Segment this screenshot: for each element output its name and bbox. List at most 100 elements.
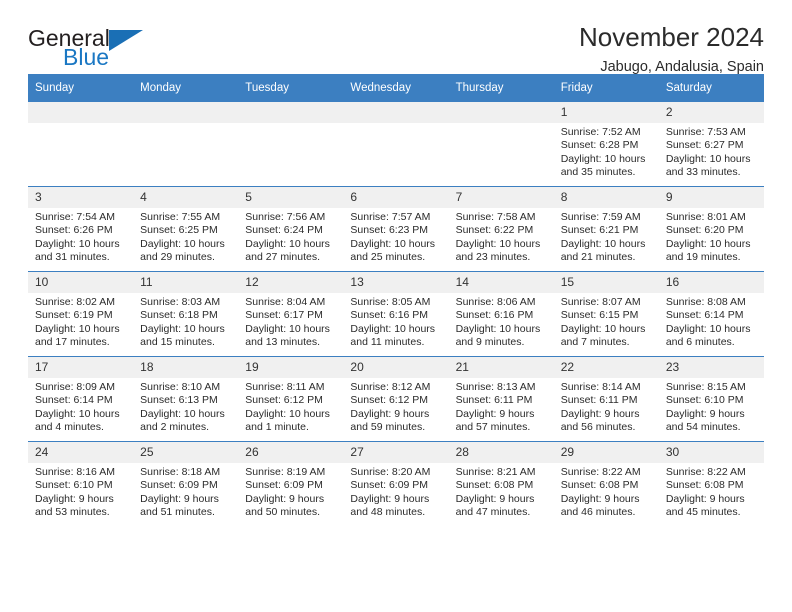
sunrise-text: Sunrise: 7:58 AM (455, 211, 536, 223)
sunrise-text: Sunrise: 8:16 AM (35, 466, 115, 478)
calendar-day-cell[interactable]: 11 Sunrise: 8:03 AM Sunset: 6:18 PM Dayligh… (133, 271, 239, 357)
day-number: 24 (28, 442, 134, 463)
daylight-text: Daylight: 10 hours and 19 minutes. (665, 237, 751, 264)
calendar-day-cell[interactable]: 24 Sunrise: 8:16 AM Sunset: 6:10 PM Dayligh… (28, 441, 134, 526)
calendar-day-cell[interactable]: 2 Sunrise: 7:53 AM Sunset: 6:27 PM Daylight… (658, 102, 764, 187)
day-number: 20 (343, 357, 449, 378)
daylight-text: Daylight: 10 hours and 13 minutes. (245, 322, 330, 349)
day-number: 2 (658, 102, 764, 123)
day-number: 28 (448, 442, 554, 463)
day-details: Sunrise: 8:20 AM Sunset: 6:09 PM Daylight:… (343, 463, 448, 520)
calendar-day-cell[interactable]: 13 Sunrise: 8:05 AM Sunset: 6:16 PM Dayligh… (343, 271, 449, 357)
sunrise-text: Sunrise: 8:02 AM (35, 296, 115, 308)
day-number (238, 102, 344, 123)
calendar-day-cell[interactable]: 26 Sunrise: 8:19 AM Sunset: 6:09 PM Dayligh… (238, 441, 344, 526)
sunrise-text: Sunrise: 8:06 AM (455, 296, 536, 308)
calendar-day-cell[interactable]: 3 Sunrise: 7:54 AM Sunset: 6:26 PM Daylight… (28, 186, 134, 272)
calendar-day-cell[interactable]: 20 Sunrise: 8:12 AM Sunset: 6:12 PM Dayligh… (343, 356, 449, 442)
day-number: 19 (238, 357, 344, 378)
daylight-text: Daylight: 10 hours and 33 minutes. (665, 152, 751, 179)
daylight-text: Daylight: 10 hours and 23 minutes. (455, 237, 541, 264)
sunset-text: Sunset: 6:19 PM (35, 309, 113, 322)
calendar-day-cell[interactable]: 25 Sunrise: 8:18 AM Sunset: 6:09 PM Dayligh… (133, 441, 239, 526)
calendar-day-cell[interactable]: 19 Sunrise: 8:11 AM Sunset: 6:12 PM Dayligh… (238, 356, 344, 442)
calendar-day-cell[interactable]: 17 Sunrise: 8:09 AM Sunset: 6:14 PM Dayligh… (28, 356, 134, 442)
day-details: Sunrise: 7:59 AM Sunset: 6:21 PM Daylight:… (554, 208, 659, 265)
day-number: 1 (553, 102, 659, 123)
sunrise-text: Sunrise: 7:55 AM (140, 211, 221, 223)
sunrise-text: Sunrise: 7:52 AM (560, 126, 641, 138)
calendar-day-cell[interactable]: 27 Sunrise: 8:20 AM Sunset: 6:09 PM Dayligh… (343, 441, 449, 526)
day-details: Sunrise: 8:21 AM Sunset: 6:08 PM Daylight:… (449, 463, 554, 520)
sunset-text: Sunset: 6:14 PM (665, 309, 744, 322)
page-header: General Blue November 2024 Jabugo, Andal… (28, 0, 764, 75)
calendar-week-row: 1 Sunrise: 7:52 AM Sunset: 6:28 PM Daylight… (28, 102, 764, 187)
calendar-day-cell[interactable]: 10 Sunrise: 8:02 AM Sunset: 6:19 PM Dayligh… (28, 271, 134, 357)
sunset-text: Sunset: 6:08 PM (455, 479, 534, 492)
weekday-header-monday: Monday (133, 74, 239, 102)
weekday-header-tuesday: Tuesday (238, 74, 344, 102)
daylight-text: Daylight: 10 hours and 15 minutes. (140, 322, 225, 349)
calendar-day-cell[interactable]: 7 Sunrise: 7:58 AM Sunset: 6:22 PM Daylight… (448, 186, 554, 272)
day-number: 11 (133, 272, 239, 293)
calendar-day-cell[interactable]: 29 Sunrise: 8:22 AM Sunset: 6:08 PM Dayligh… (553, 441, 659, 526)
day-number (133, 102, 239, 123)
day-details: Sunrise: 7:58 AM Sunset: 6:22 PM Daylight:… (449, 208, 554, 265)
calendar-header-row: Sunday Monday Tuesday Wednesday Thursday Frid… (28, 74, 764, 102)
calendar-day-cell[interactable]: 21 Sunrise: 8:13 AM Sunset: 6:11 PM Dayligh… (448, 356, 554, 442)
day-details: Sunrise: 8:02 AM Sunset: 6:19 PM Daylight:… (28, 293, 133, 350)
daylight-text: Daylight: 10 hours and 35 minutes. (560, 152, 646, 179)
day-details: Sunrise: 8:16 AM Sunset: 6:10 PM Daylight:… (28, 463, 133, 520)
sunset-text: Sunset: 6:21 PM (560, 224, 639, 237)
day-number: 17 (28, 357, 134, 378)
day-number: 9 (658, 187, 764, 208)
daylight-text: Daylight: 9 hours and 48 minutes. (350, 492, 430, 519)
calendar-day-cell[interactable]: 6 Sunrise: 7:57 AM Sunset: 6:23 PM Daylight… (343, 186, 449, 272)
day-number: 3 (28, 187, 134, 208)
sunset-text: Sunset: 6:17 PM (245, 309, 323, 322)
calendar-day-cell-empty (343, 102, 449, 187)
calendar-day-cell[interactable]: 9 Sunrise: 8:01 AM Sunset: 6:20 PM Daylight… (658, 186, 764, 272)
calendar-week-row: 17 Sunrise: 8:09 AM Sunset: 6:14 PM Dayligh… (28, 356, 764, 442)
calendar-day-cell[interactable]: 4 Sunrise: 7:55 AM Sunset: 6:25 PM Daylight… (133, 186, 239, 272)
sunrise-text: Sunrise: 8:13 AM (455, 381, 536, 393)
calendar-day-cell[interactable]: 15 Sunrise: 8:07 AM Sunset: 6:15 PM Dayligh… (553, 271, 659, 357)
day-details: Sunrise: 8:05 AM Sunset: 6:16 PM Daylight:… (343, 293, 448, 350)
daylight-text: Daylight: 10 hours and 29 minutes. (140, 237, 225, 264)
day-details: Sunrise: 8:06 AM Sunset: 6:16 PM Daylight:… (449, 293, 554, 350)
sunrise-text: Sunrise: 8:11 AM (245, 381, 325, 393)
day-number (343, 102, 449, 123)
day-details: Sunrise: 8:10 AM Sunset: 6:13 PM Daylight:… (133, 378, 238, 435)
daylight-text: Daylight: 9 hours and 56 minutes. (560, 407, 640, 434)
daylight-text: Daylight: 10 hours and 1 minute. (245, 407, 330, 434)
calendar-day-cell[interactable]: 5 Sunrise: 7:56 AM Sunset: 6:24 PM Daylight… (238, 186, 344, 272)
calendar-day-cell[interactable]: 23 Sunrise: 8:15 AM Sunset: 6:10 PM Dayligh… (658, 356, 764, 442)
day-number: 12 (238, 272, 344, 293)
brand-logo[interactable]: General Blue (28, 0, 248, 69)
sunrise-text: Sunrise: 8:15 AM (665, 381, 746, 393)
calendar-day-cell[interactable]: 12 Sunrise: 8:04 AM Sunset: 6:17 PM Dayligh… (238, 271, 344, 357)
calendar-day-cell[interactable]: 16 Sunrise: 8:08 AM Sunset: 6:14 PM Dayligh… (658, 271, 764, 357)
daylight-text: Daylight: 9 hours and 57 minutes. (455, 407, 535, 434)
calendar-week-row: 24 Sunrise: 8:16 AM Sunset: 6:10 PM Dayligh… (28, 441, 764, 526)
calendar-day-cell[interactable]: 18 Sunrise: 8:10 AM Sunset: 6:13 PM Dayligh… (133, 356, 239, 442)
daylight-text: Daylight: 10 hours and 6 minutes. (665, 322, 751, 349)
calendar-day-cell[interactable]: 14 Sunrise: 8:06 AM Sunset: 6:16 PM Dayligh… (448, 271, 554, 357)
day-details: Sunrise: 8:19 AM Sunset: 6:09 PM Daylight:… (238, 463, 343, 520)
day-number (28, 102, 134, 123)
daylight-text: Daylight: 10 hours and 25 minutes. (350, 237, 436, 264)
weekday-header-saturday: Saturday (658, 74, 764, 102)
calendar-day-cell[interactable]: 28 Sunrise: 8:21 AM Sunset: 6:08 PM Dayligh… (448, 441, 554, 526)
sunset-text: Sunset: 6:09 PM (245, 479, 323, 492)
daylight-text: Daylight: 10 hours and 7 minutes. (560, 322, 646, 349)
calendar-day-cell[interactable]: 22 Sunrise: 8:14 AM Sunset: 6:11 PM Dayligh… (553, 356, 659, 442)
calendar-week-row: 3 Sunrise: 7:54 AM Sunset: 6:26 PM Daylight… (28, 186, 764, 272)
calendar-day-cell[interactable]: 30 Sunrise: 8:22 AM Sunset: 6:08 PM Dayligh… (658, 441, 764, 526)
calendar-day-cell[interactable]: 1 Sunrise: 7:52 AM Sunset: 6:28 PM Daylight… (553, 102, 659, 187)
sunrise-text: Sunrise: 7:54 AM (35, 211, 115, 223)
calendar-day-cell[interactable]: 8 Sunrise: 7:59 AM Sunset: 6:21 PM Daylight… (553, 186, 659, 272)
daylight-text: Daylight: 9 hours and 46 minutes. (560, 492, 640, 519)
day-details: Sunrise: 8:22 AM Sunset: 6:08 PM Daylight:… (659, 463, 764, 520)
sunrise-text: Sunrise: 8:22 AM (665, 466, 746, 478)
day-details: Sunrise: 8:13 AM Sunset: 6:11 PM Daylight:… (449, 378, 554, 435)
